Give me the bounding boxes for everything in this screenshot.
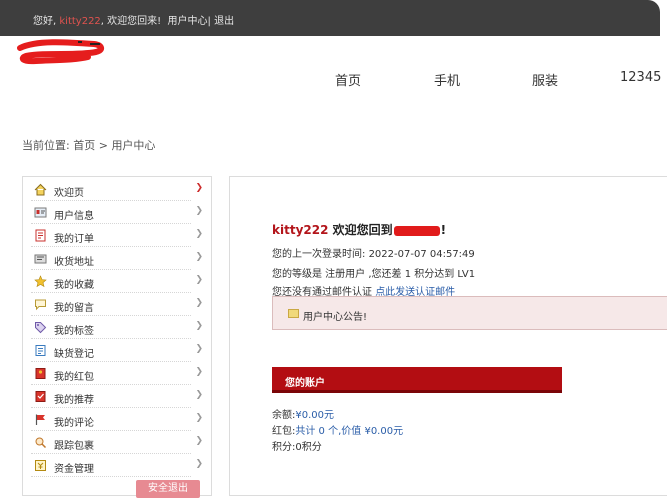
chevron-right-icon: ❯ (195, 298, 203, 308)
message-icon (35, 299, 46, 311)
welcome-heading: kitty222 欢迎您回到! (272, 221, 446, 238)
last-login-line: 您的上一次登录时间: 2022-07-07 04:57:49 (272, 245, 475, 260)
user-center-link[interactable]: 用户中心 (168, 16, 208, 27)
sidebar-item-label: 我的留言 (54, 303, 94, 314)
sidebar-item-label: 我的收藏 (54, 280, 94, 291)
envelope-icon (288, 309, 299, 318)
chevron-right-icon: ❯ (195, 183, 203, 193)
address-icon (34, 254, 47, 264)
funds-icon (35, 460, 46, 471)
sidebar-item-red-packets[interactable]: 我的红包 ❯ (31, 363, 203, 385)
red-packet-label: 红包: (272, 426, 296, 437)
balance-label: 余额: (272, 410, 296, 421)
home-icon (34, 183, 47, 196)
tag-icon (35, 322, 47, 334)
account-header: 您的账户 (272, 367, 562, 393)
red-packet-line: 红包:共计 0 个,价值 ¥0.00元 (272, 422, 403, 437)
welcome-end: ! (440, 223, 447, 237)
main-nav: 首页 手机 服装 12345 (0, 70, 667, 89)
register-icon (35, 345, 46, 356)
sidebar-item-track-package[interactable]: 跟踪包裹 ❯ (31, 432, 203, 454)
top-bar: 您好, kitty222, 欢迎您回来! 用户中心| 退出 (0, 0, 660, 36)
sidebar-item-welcome[interactable]: 欢迎页 ❯ (31, 179, 203, 201)
chevron-right-icon: ❯ (195, 275, 203, 285)
nav-item-home[interactable]: 首页 (335, 70, 361, 89)
sidebar-item-label: 用户信息 (54, 211, 94, 222)
points-line: 积分:0积分 (272, 442, 322, 453)
redacted-site-name (393, 225, 440, 236)
notice-box: 用户中心公告! (272, 296, 667, 330)
sidebar-item-label: 跟踪包裹 (54, 441, 94, 452)
sidebar-item-label: 资金管理 (54, 464, 94, 475)
sidebar-item-tags[interactable]: 我的标签 ❯ (31, 317, 203, 339)
logout-link[interactable]: 退出 (214, 16, 234, 27)
sidebar-item-recommend[interactable]: 我的推荐 ❯ (31, 386, 203, 408)
chevron-right-icon: ❯ (195, 344, 203, 354)
sidebar-item-label: 我的推荐 (54, 395, 94, 406)
chevron-right-icon: ❯ (195, 459, 203, 469)
sidebar-item-out-of-stock[interactable]: 缺货登记 ❯ (31, 340, 203, 362)
breadcrumb-current: 用户中心 (111, 139, 156, 152)
welcome-text: , 欢迎您回来! (100, 16, 162, 27)
sidebar-item-label: 我的红包 (54, 372, 94, 383)
sidebar-item-label: 欢迎页 (54, 188, 84, 199)
chevron-right-icon: ❯ (195, 413, 203, 423)
id-card-icon (34, 207, 47, 218)
sidebar-item-label: 我的订单 (54, 234, 94, 245)
red-packet-icon (35, 368, 46, 379)
sidebar-item-label: 我的标签 (54, 326, 94, 337)
recommend-icon (35, 391, 46, 402)
welcome-text: 欢迎您回到 (332, 223, 393, 237)
breadcrumb-home[interactable]: 首页 (73, 139, 95, 152)
level-line: 您的等级是 注册用户 ,您还差 1 积分达到 LV1 (272, 269, 476, 280)
track-icon (35, 437, 47, 449)
nav-item-phone[interactable]: 手机 (434, 70, 460, 89)
order-icon (35, 229, 46, 242)
sidebar-item-user-info[interactable]: 用户信息 ❯ (31, 202, 203, 224)
last-login-time: 2022-07-07 04:57:49 (368, 249, 475, 260)
account-title: 您的账户 (285, 378, 325, 389)
last-login-label: 您的上一次登录时间: (272, 249, 366, 260)
sidebar-item-label: 我的评论 (54, 418, 94, 429)
greeting-line: 您好, kitty222, 欢迎您回来! 用户中心| 退出 (33, 12, 234, 27)
balance-value: ¥0.00元 (295, 410, 335, 421)
sidebar: 欢迎页 ❯ 用户信息 ❯ 我的订单 ❯ 收货地址 ❯ 我的收藏 ❯ 我的留言 ❯ (22, 176, 212, 498)
logo-redacted[interactable] (16, 38, 108, 66)
chevron-right-icon: ❯ (195, 436, 203, 446)
sidebar-item-comments[interactable]: 我的评论 ❯ (31, 409, 203, 431)
chevron-right-icon: ❯ (195, 390, 203, 400)
sidebar-item-messages[interactable]: 我的留言 ❯ (31, 294, 203, 316)
safe-logout-button[interactable]: 安全退出 (136, 480, 200, 498)
chevron-right-icon: ❯ (195, 367, 203, 377)
page: 您好, kitty222, 欢迎您回来! 用户中心| 退出 首页 手机 服装 1… (0, 0, 667, 503)
separator: | (207, 16, 211, 27)
main-panel: kitty222 欢迎您回到! 您的上一次登录时间: 2022-07-07 04… (229, 176, 667, 496)
chevron-right-icon: ❯ (195, 229, 203, 239)
sidebar-item-label: 缺货登记 (54, 349, 94, 360)
notice-text: 用户中心公告! (303, 312, 368, 323)
chevron-right-icon: ❯ (195, 252, 203, 262)
nav-item-12345[interactable]: 12345 (620, 70, 661, 85)
breadcrumb: 当前位置: 首页 > 用户中心 (22, 137, 155, 153)
sidebar-item-address[interactable]: 收货地址 ❯ (31, 248, 203, 270)
username-link[interactable]: kitty222 (59, 16, 100, 27)
sidebar-item-funds[interactable]: 资金管理 ❯ (31, 455, 203, 477)
sidebar-item-orders[interactable]: 我的订单 ❯ (31, 225, 203, 247)
breadcrumb-prefix: 当前位置: (22, 139, 70, 152)
star-icon (34, 275, 47, 288)
welcome-username: kitty222 (272, 223, 329, 237)
sidebar-item-label: 收货地址 (54, 257, 94, 268)
breadcrumb-separator: > (98, 139, 108, 152)
flag-icon (35, 414, 45, 425)
balance-line: 余额:¥0.00元 (272, 406, 334, 421)
red-packet-value[interactable]: 共计 0 个,价值 ¥0.00元 (295, 426, 403, 437)
sidebar-item-favorites[interactable]: 我的收藏 ❯ (31, 271, 203, 293)
nav-item-clothing[interactable]: 服装 (532, 70, 558, 89)
greeting-text: 您好, (33, 16, 57, 27)
chevron-right-icon: ❯ (195, 206, 203, 216)
chevron-right-icon: ❯ (195, 321, 203, 331)
